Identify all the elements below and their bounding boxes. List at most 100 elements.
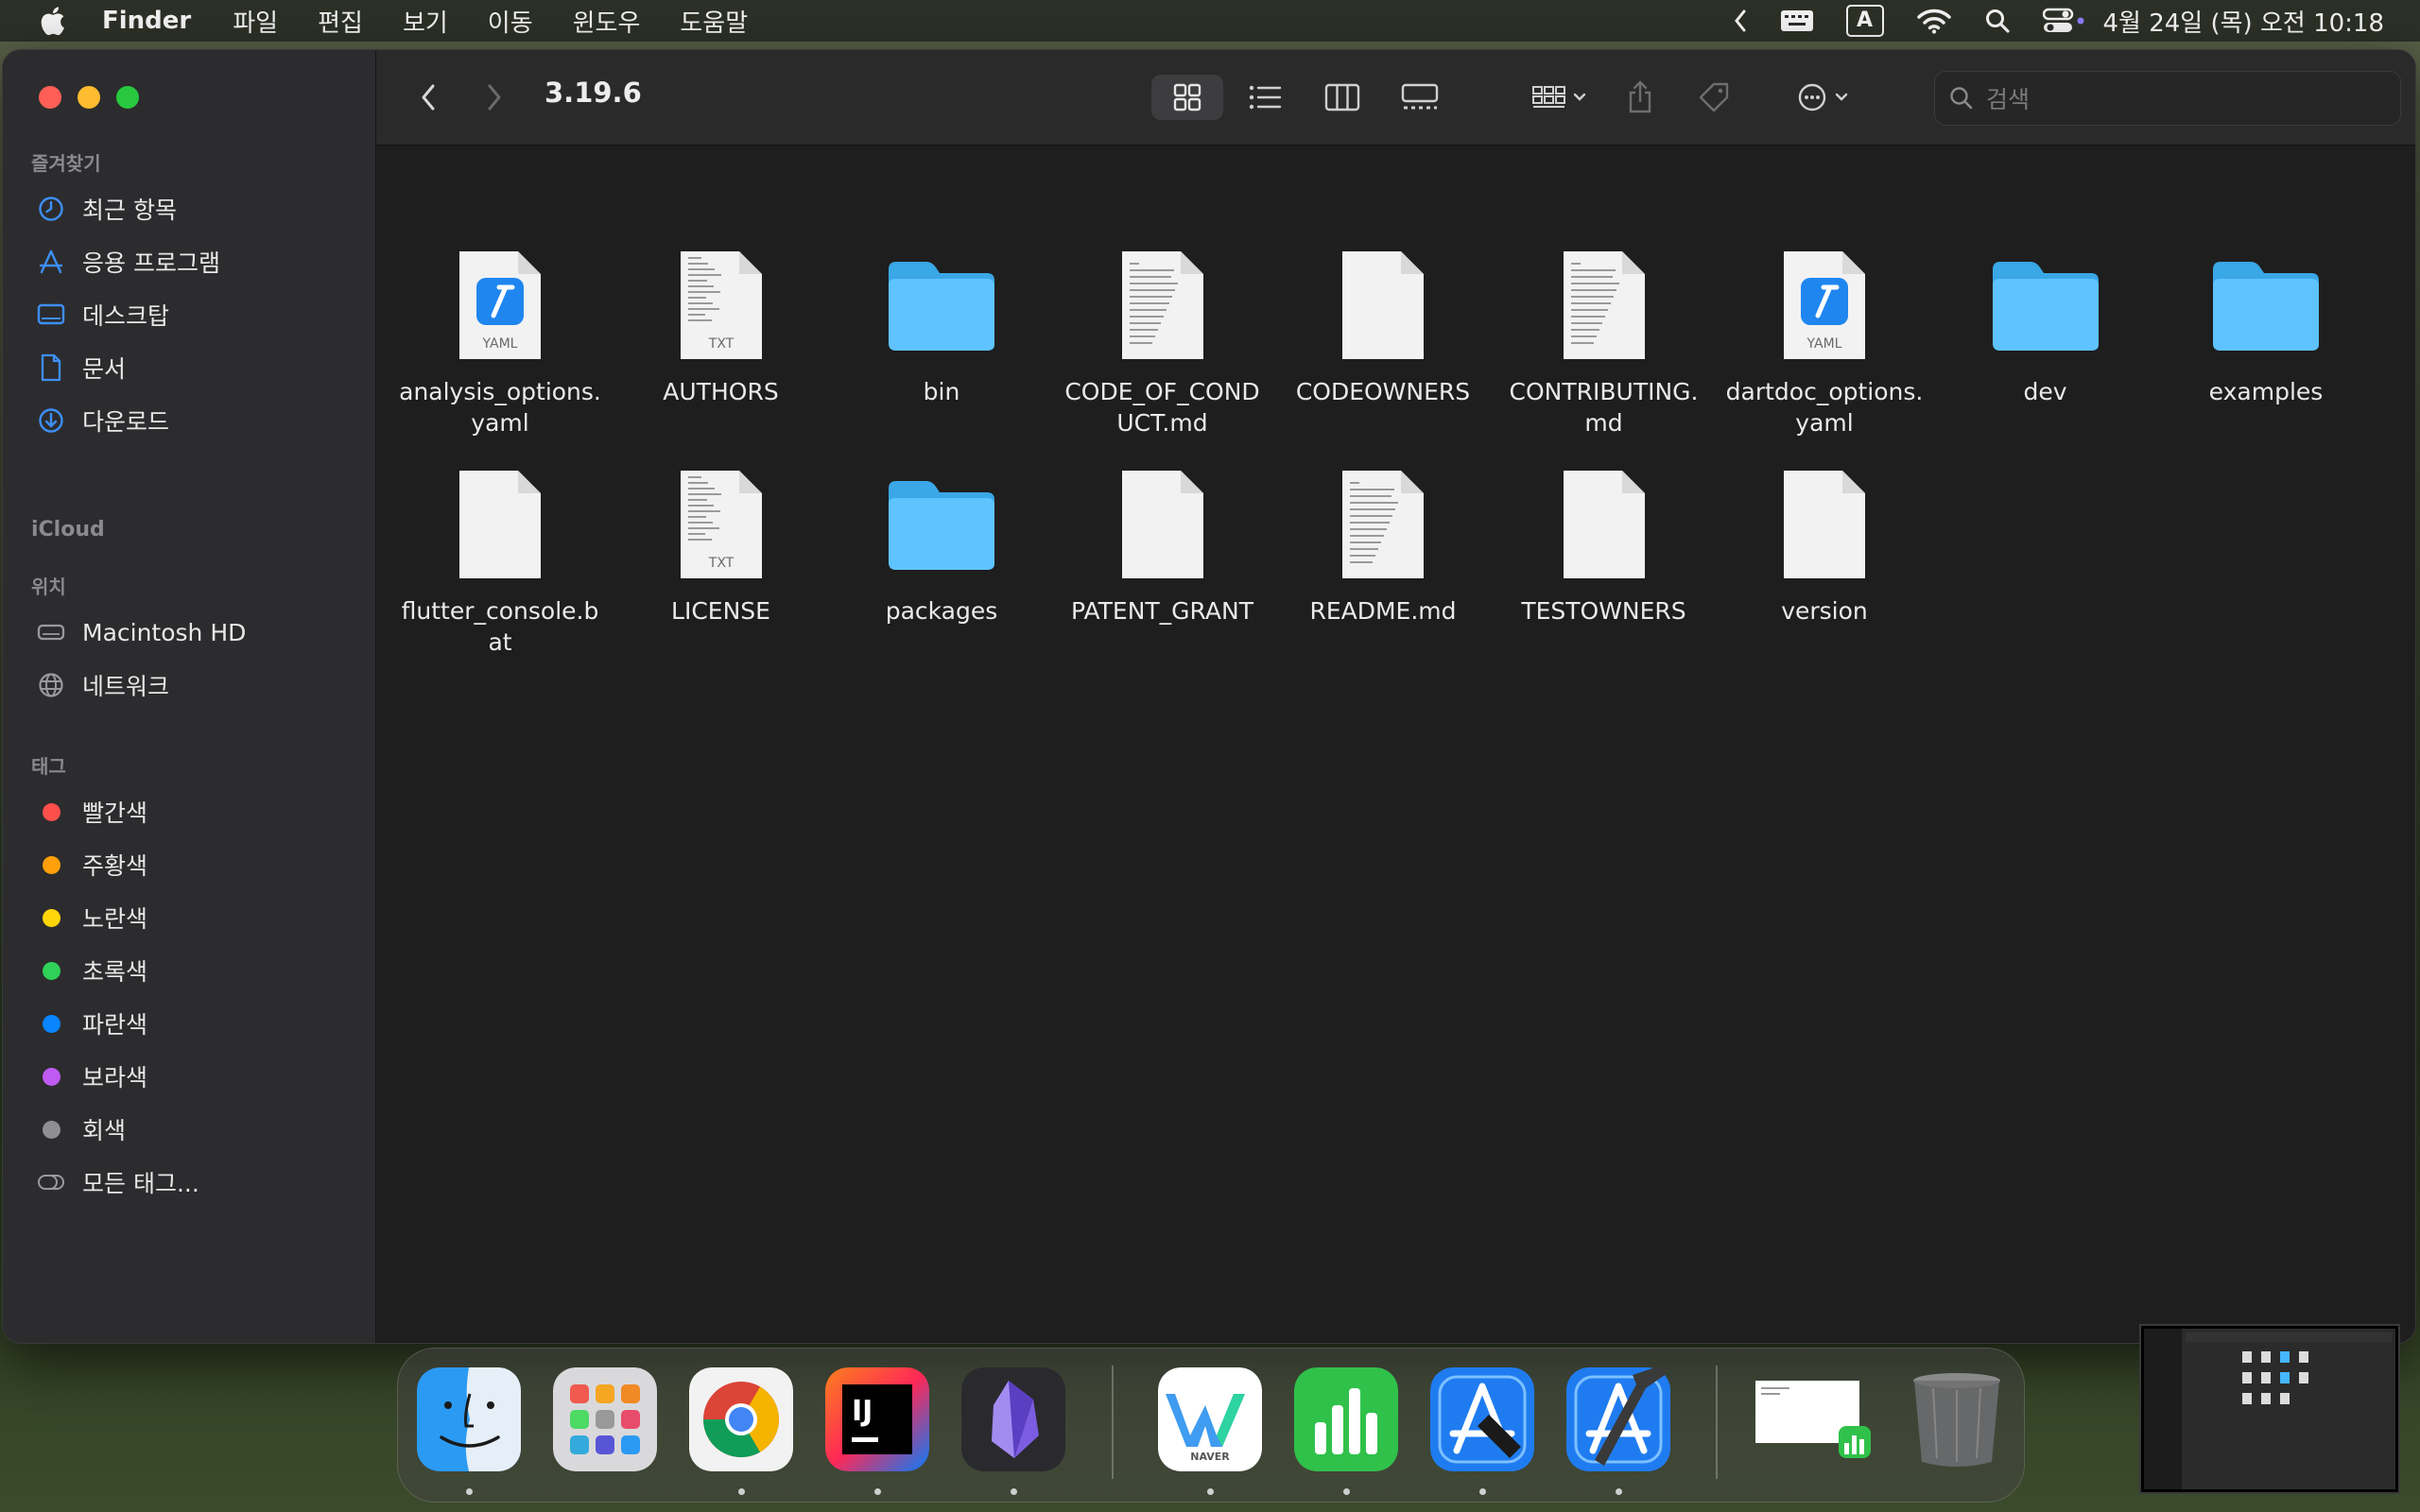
dock-naver-whale[interactable]: NAVER <box>1158 1367 1262 1471</box>
menubar-clock[interactable]: 4월 24일 (목) 오전 10:18 <box>2103 4 2385 39</box>
dock-trash[interactable] <box>1905 1367 2009 1471</box>
sidebar-tag-yellow[interactable]: 노란색 <box>3 891 375 944</box>
back-button[interactable] <box>405 75 452 120</box>
file-item[interactable]: TXT LICENSE <box>617 463 825 627</box>
file-item[interactable]: CONTRIBUTING.md <box>1500 244 1708 438</box>
keyboard-icon[interactable] <box>1780 9 1814 33</box>
file-item[interactable]: TXT AUTHORS <box>617 244 825 407</box>
blank-document-icon <box>1763 463 1886 586</box>
running-indicator <box>1207 1488 1214 1495</box>
sidebar-tag-blue[interactable]: 파란색 <box>3 997 375 1050</box>
sidebar-item-documents[interactable]: 문서 <box>3 341 375 394</box>
search-field[interactable]: 검색 <box>1934 71 2401 126</box>
dock-numbers[interactable] <box>1294 1367 1398 1471</box>
group-by-button[interactable] <box>1522 75 1598 120</box>
action-menu-button[interactable] <box>1789 75 1865 120</box>
finder-window: 즐겨찾기 최근 항목 응용 프로그램 데스크탑 문서 다운로드 iCloud 위… <box>2 49 2416 1344</box>
sidebar-item-macintosh-hd[interactable]: Macintosh HD <box>3 606 375 659</box>
file-item[interactable]: TESTOWNERS <box>1500 463 1708 627</box>
control-center-icon[interactable] <box>2042 8 2084 34</box>
menu-go[interactable]: 이동 <box>488 4 533 39</box>
apple-menu-icon[interactable] <box>38 6 66 36</box>
dock-numbers-document[interactable] <box>1752 1367 1875 1471</box>
dock-chrome[interactable] <box>689 1367 793 1471</box>
file-item[interactable]: PATENT_GRANT <box>1059 463 1267 627</box>
file-name: CONTRIBUTING.md <box>1509 378 1699 437</box>
menu-edit[interactable]: 편집 <box>318 4 363 39</box>
file-item[interactable]: CODEOWNERS <box>1279 244 1487 407</box>
dock-intellij[interactable]: IJ <box>825 1367 929 1471</box>
sidebar-header-favorites: 즐겨찾기 <box>31 152 101 175</box>
gallery-view-button[interactable] <box>1384 75 1456 120</box>
file-item[interactable]: YAML dartdoc_options.yaml <box>1720 244 1928 438</box>
menu-file[interactable]: 파일 <box>233 4 278 39</box>
column-view-button[interactable] <box>1306 75 1378 120</box>
sidebar-item-applications[interactable]: 응용 프로그램 <box>3 235 375 288</box>
list-view-button[interactable] <box>1229 75 1301 120</box>
file-item[interactable]: YAML analysis_options.yaml <box>396 244 604 438</box>
minimize-button[interactable] <box>78 86 100 109</box>
sidebar-tag-label: 파란색 <box>82 1011 148 1039</box>
chrome-icon <box>689 1367 793 1471</box>
close-button[interactable] <box>39 86 61 109</box>
dock-xcode[interactable] <box>1566 1366 1670 1471</box>
sidebar-item-downloads[interactable]: 다운로드 <box>3 394 375 447</box>
chevron-left-icon <box>422 84 435 111</box>
folder-item[interactable]: examples <box>2162 244 2370 407</box>
sidebar-item-label: Macintosh HD <box>82 618 247 646</box>
running-indicator <box>1011 1488 1017 1495</box>
blank-document-icon <box>439 463 562 586</box>
menu-window[interactable]: 윈도우 <box>573 4 641 39</box>
file-item[interactable]: CODE_OF_CONDUCT.md <box>1059 244 1267 438</box>
zoom-button[interactable] <box>116 86 139 109</box>
sidebar-tag-orange[interactable]: 주황색 <box>3 838 375 891</box>
input-source-icon[interactable]: A <box>1845 5 1884 37</box>
dock-separator <box>1716 1366 1718 1479</box>
file-item[interactable]: flutter_console.bat <box>396 463 604 658</box>
menu-view[interactable]: 보기 <box>403 4 448 39</box>
window-preview-thumbnail[interactable] <box>2141 1326 2398 1492</box>
sidebar-item-label: 네트워크 <box>82 673 170 700</box>
file-item[interactable]: version <box>1720 463 1928 627</box>
sidebar-tag-label: 빨간색 <box>82 799 148 827</box>
sidebar-tag-red[interactable]: 빨간색 <box>3 785 375 838</box>
dock-obsidian[interactable] <box>961 1367 1065 1471</box>
sidebar-header-icloud[interactable]: iCloud <box>31 511 375 549</box>
whale-label: NAVER <box>1190 1451 1230 1463</box>
folder-item[interactable]: dev <box>1942 244 2150 407</box>
blank-document-icon <box>1101 463 1224 586</box>
dock-finder[interactable] <box>417 1367 521 1471</box>
blank-document-icon <box>1322 244 1444 367</box>
folder-icon <box>880 463 1003 586</box>
folder-item[interactable]: bin <box>838 244 1046 407</box>
menu-app-finder[interactable]: Finder <box>102 7 191 35</box>
file-name: packages <box>885 597 998 625</box>
wifi-icon[interactable] <box>1916 8 1952 34</box>
sidebar-tag-green[interactable]: 초록색 <box>3 944 375 997</box>
xcode-icon <box>1566 1366 1670 1471</box>
spotlight-icon[interactable] <box>1984 8 2011 34</box>
sidebar-item-label: 최근 항목 <box>82 197 177 224</box>
share-button[interactable] <box>1616 75 1664 120</box>
chevron-left-icon[interactable] <box>1733 9 1748 33</box>
sidebar-all-tags[interactable]: 모든 태그... <box>3 1156 375 1209</box>
sidebar-item-recents[interactable]: 최근 항목 <box>3 182 375 235</box>
document-icon <box>37 353 65 382</box>
toolbar: 3.19.6 검색 <box>376 50 2415 146</box>
sidebar-tag-purple[interactable]: 보라색 <box>3 1050 375 1103</box>
sidebar-item-desktop[interactable]: 데스크탑 <box>3 288 375 341</box>
sidebar-item-network[interactable]: 네트워크 <box>3 659 375 712</box>
globe-icon <box>37 671 65 699</box>
forward-button[interactable] <box>471 75 518 120</box>
file-item[interactable]: README.md <box>1279 463 1487 627</box>
dock-xcode-instruments[interactable] <box>1430 1367 1534 1471</box>
icon-view-button[interactable] <box>1151 75 1223 120</box>
folder-item[interactable]: packages <box>838 463 1046 627</box>
tags-icon <box>37 1168 65 1196</box>
sidebar-tag-gray[interactable]: 회색 <box>3 1103 375 1156</box>
dock-launchpad[interactable] <box>553 1367 657 1471</box>
tag-button[interactable] <box>1690 75 1737 120</box>
running-indicator <box>466 1488 473 1495</box>
search-icon <box>1950 87 1973 110</box>
menu-help[interactable]: 도움말 <box>680 4 748 39</box>
